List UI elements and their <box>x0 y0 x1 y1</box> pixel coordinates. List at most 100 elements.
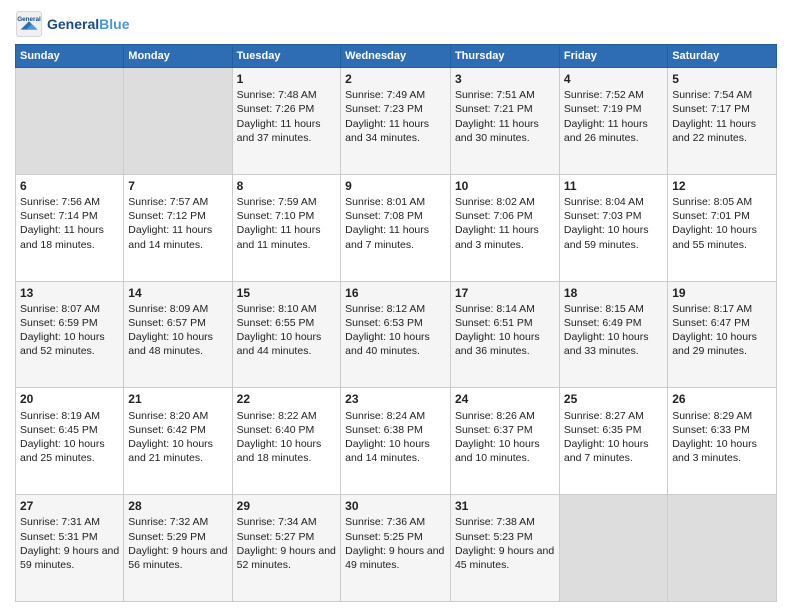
col-thursday: Thursday <box>450 45 559 68</box>
day-number: 3 <box>455 71 555 87</box>
day-number: 18 <box>564 285 663 301</box>
sunset-text: Sunset: 6:40 PM <box>237 424 315 436</box>
calendar-week-row: 20Sunrise: 8:19 AMSunset: 6:45 PMDayligh… <box>16 388 777 495</box>
daylight-text: Daylight: 10 hours and 14 minutes. <box>345 438 430 464</box>
daylight-text: Daylight: 10 hours and 55 minutes. <box>672 224 757 250</box>
daylight-text: Daylight: 10 hours and 25 minutes. <box>20 438 105 464</box>
sunset-text: Sunset: 7:26 PM <box>237 103 315 115</box>
logo-icon: General <box>15 10 43 38</box>
sunrise-text: Sunrise: 7:56 AM <box>20 196 100 208</box>
calendar-cell: 26Sunrise: 8:29 AMSunset: 6:33 PMDayligh… <box>668 388 777 495</box>
sunrise-text: Sunrise: 7:34 AM <box>237 516 317 528</box>
sunset-text: Sunset: 5:27 PM <box>237 531 315 543</box>
daylight-text: Daylight: 10 hours and 7 minutes. <box>564 438 649 464</box>
day-number: 11 <box>564 178 663 194</box>
sunset-text: Sunset: 6:49 PM <box>564 317 642 329</box>
calendar-cell: 21Sunrise: 8:20 AMSunset: 6:42 PMDayligh… <box>124 388 232 495</box>
calendar-cell: 7Sunrise: 7:57 AMSunset: 7:12 PMDaylight… <box>124 174 232 281</box>
calendar-cell <box>124 68 232 175</box>
calendar-cell: 3Sunrise: 7:51 AMSunset: 7:21 PMDaylight… <box>450 68 559 175</box>
sunset-text: Sunset: 6:59 PM <box>20 317 98 329</box>
day-number: 6 <box>20 178 119 194</box>
day-number: 27 <box>20 498 119 514</box>
sunset-text: Sunset: 5:25 PM <box>345 531 423 543</box>
calendar-week-row: 6 Sunrise: 7:56 AM Sunset: 7:14 PM Daylight… <box>16 174 777 281</box>
daylight-text: Daylight: 11 hours and 22 minutes. <box>672 118 756 144</box>
day-number: 20 <box>20 391 119 407</box>
day-number: 10 <box>455 178 555 194</box>
day-number: 16 <box>345 285 446 301</box>
daylight-text: Daylight: 10 hours and 44 minutes. <box>237 331 322 357</box>
sunset-text: Sunset: 6:35 PM <box>564 424 642 436</box>
calendar-cell: 12Sunrise: 8:05 AMSunset: 7:01 PMDayligh… <box>668 174 777 281</box>
sunset-text: Sunset: 7:03 PM <box>564 210 642 222</box>
calendar-cell: 9Sunrise: 8:01 AMSunset: 7:08 PMDaylight… <box>341 174 451 281</box>
daylight-text: Daylight: 10 hours and 3 minutes. <box>672 438 757 464</box>
day-number: 31 <box>455 498 555 514</box>
daylight-text: Daylight: 11 hours and 30 minutes. <box>455 118 539 144</box>
daylight-text: Daylight: 10 hours and 21 minutes. <box>128 438 213 464</box>
sunset-text: Sunset: 5:31 PM <box>20 531 98 543</box>
day-number: 29 <box>237 498 337 514</box>
sunrise-text: Sunrise: 8:10 AM <box>237 303 317 315</box>
logo-area: General GeneralBlue <box>15 10 129 38</box>
sunrise-text: Sunrise: 8:17 AM <box>672 303 752 315</box>
sunset-text: Sunset: 7:23 PM <box>345 103 423 115</box>
calendar-cell: 6Sunrise: 7:56 AMSunset: 7:14 PMDaylight… <box>16 174 124 281</box>
sunset-text: Sunset: 7:14 PM <box>20 210 98 222</box>
daylight-text: Daylight: 10 hours and 18 minutes. <box>237 438 322 464</box>
sunrise-text: Sunrise: 8:12 AM <box>345 303 425 315</box>
calendar-cell: 1Sunrise: 7:48 AMSunset: 7:26 PMDaylight… <box>232 68 341 175</box>
sunset-text: Sunset: 6:51 PM <box>455 317 533 329</box>
sunset-text: Sunset: 7:10 PM <box>237 210 315 222</box>
calendar-cell: 5Sunrise: 7:54 AMSunset: 7:17 PMDaylight… <box>668 68 777 175</box>
calendar-cell: 13Sunrise: 8:07 AMSunset: 6:59 PMDayligh… <box>16 281 124 388</box>
calendar-cell <box>16 68 124 175</box>
daylight-text: Daylight: 10 hours and 33 minutes. <box>564 331 649 357</box>
sunset-text: Sunset: 5:23 PM <box>455 531 533 543</box>
day-number: 26 <box>672 391 772 407</box>
col-tuesday: Tuesday <box>232 45 341 68</box>
sunrise-text: Sunrise: 7:36 AM <box>345 516 425 528</box>
day-number: 19 <box>672 285 772 301</box>
calendar-week-row: 27Sunrise: 7:31 AMSunset: 5:31 PMDayligh… <box>16 495 777 602</box>
day-number: 13 <box>20 285 119 301</box>
sunrise-text: Sunrise: 8:24 AM <box>345 410 425 422</box>
calendar-cell: 4Sunrise: 7:52 AMSunset: 7:19 PMDaylight… <box>559 68 667 175</box>
sunset-text: Sunset: 7:06 PM <box>455 210 533 222</box>
sunset-text: Sunset: 7:01 PM <box>672 210 750 222</box>
sunset-text: Sunset: 7:19 PM <box>564 103 642 115</box>
daylight-text: Daylight: 11 hours and 34 minutes. <box>345 118 429 144</box>
header: General GeneralBlue <box>15 10 777 38</box>
daylight-text: Daylight: 11 hours and 3 minutes. <box>455 224 539 250</box>
sunset-text: Sunset: 6:47 PM <box>672 317 750 329</box>
daylight-text: Daylight: 11 hours and 11 minutes. <box>237 224 321 250</box>
sunset-text: Sunset: 6:55 PM <box>237 317 315 329</box>
calendar-cell: 29 Sunrise: 7:34 AM Sunset: 5:27 PM Dayligh… <box>232 495 341 602</box>
col-monday: Monday <box>124 45 232 68</box>
sunrise-text: Sunrise: 7:59 AM <box>237 196 317 208</box>
daylight-text: Daylight: 10 hours and 59 minutes. <box>564 224 649 250</box>
calendar-cell: 30 Sunrise: 7:36 AM Sunset: 5:25 PM Dayligh… <box>341 495 451 602</box>
sunset-text: Sunset: 6:57 PM <box>128 317 206 329</box>
sunrise-text: Sunrise: 8:14 AM <box>455 303 535 315</box>
sunrise-text: Sunrise: 8:29 AM <box>672 410 752 422</box>
sunrise-text: Sunrise: 7:48 AM <box>237 89 317 101</box>
calendar-cell: 27Sunrise: 7:31 AMSunset: 5:31 PMDayligh… <box>16 495 124 602</box>
calendar-cell: 2Sunrise: 7:49 AMSunset: 7:23 PMDaylight… <box>341 68 451 175</box>
calendar-cell <box>668 495 777 602</box>
calendar-cell: 20Sunrise: 8:19 AMSunset: 6:45 PMDayligh… <box>16 388 124 495</box>
calendar-cell: 22Sunrise: 8:22 AMSunset: 6:40 PMDayligh… <box>232 388 341 495</box>
day-number: 30 <box>345 498 446 514</box>
day-number: 15 <box>237 285 337 301</box>
sunset-text: Sunset: 7:08 PM <box>345 210 423 222</box>
day-number: 14 <box>128 285 227 301</box>
calendar-cell: 16Sunrise: 8:12 AMSunset: 6:53 PMDayligh… <box>341 281 451 388</box>
sunrise-text: Sunrise: 8:04 AM <box>564 196 644 208</box>
sunset-text: Sunset: 6:42 PM <box>128 424 206 436</box>
sunrise-text: Sunrise: 8:09 AM <box>128 303 208 315</box>
daylight-text: Daylight: 9 hours and 49 minutes. <box>345 545 444 571</box>
calendar-cell: 8Sunrise: 7:59 AMSunset: 7:10 PMDaylight… <box>232 174 341 281</box>
daylight-text: Daylight: 9 hours and 52 minutes. <box>237 545 336 571</box>
daylight-text: Daylight: 10 hours and 29 minutes. <box>672 331 757 357</box>
